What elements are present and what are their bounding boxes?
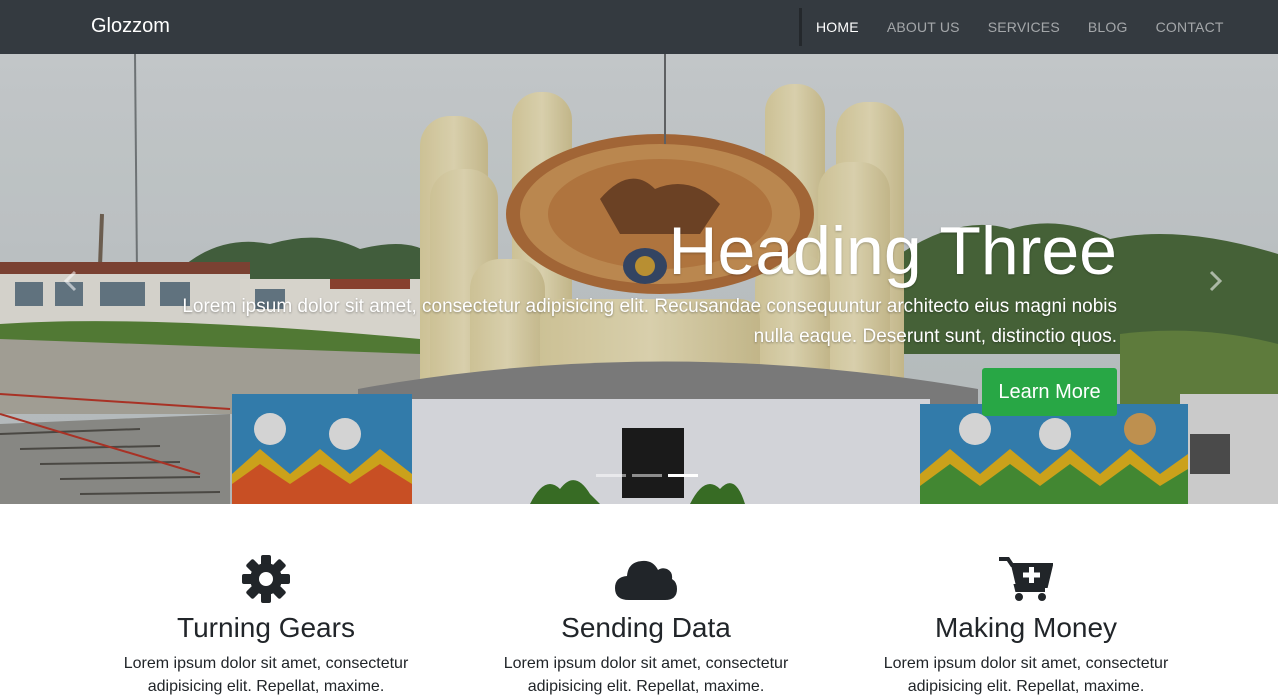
nav-links: HOME ABOUT US SERVICES BLOG CONTACT — [802, 0, 1238, 54]
nav-link-blog[interactable]: BLOG — [1074, 19, 1142, 35]
brand-logo[interactable]: Glozzom — [91, 15, 170, 38]
features-section: Turning Gears Lorem ipsum dolor sit amet… — [0, 504, 1278, 695]
carousel-caption: Heading Three Lorem ipsum dolor sit amet… — [157, 214, 1117, 352]
carousel-prev-button[interactable] — [56, 266, 86, 296]
feature-title: Turning Gears — [177, 612, 355, 643]
feature-turning-gears: Turning Gears Lorem ipsum dolor sit amet… — [76, 554, 456, 695]
feature-making-money: Making Money Lorem ipsum dolor sit amet,… — [836, 554, 1216, 695]
navbar: Glozzom HOME ABOUT US SERVICES BLOG CONT… — [0, 0, 1278, 54]
carousel-indicator-3[interactable] — [668, 474, 698, 477]
carousel-indicators — [596, 474, 698, 477]
feature-sending-data: Sending Data Lorem ipsum dolor sit amet,… — [456, 554, 836, 695]
feature-title: Making Money — [934, 612, 1118, 643]
feature-text: Lorem ipsum dolor sit amet, consectetur … — [503, 655, 789, 695]
nav-link-services[interactable]: SERVICES — [974, 19, 1074, 35]
hero-carousel: Heading Three Lorem ipsum dolor sit amet… — [0, 54, 1278, 504]
feature-title: Sending Data — [561, 612, 731, 643]
carousel-indicator-1[interactable] — [596, 474, 626, 477]
chevron-right-icon — [1209, 270, 1223, 292]
nav-link-home[interactable]: HOME — [802, 19, 873, 35]
hero-text: Lorem ipsum dolor sit amet, consectetur … — [182, 296, 1117, 347]
learn-more-button[interactable]: Learn More — [982, 368, 1117, 416]
feature-text: Lorem ipsum dolor sit amet, consectetur … — [123, 655, 409, 695]
hero-heading: Heading Three — [668, 213, 1117, 289]
nav-link-contact[interactable]: CONTACT — [1142, 19, 1238, 35]
chevron-left-icon — [63, 270, 77, 292]
carousel-indicator-2[interactable] — [632, 474, 662, 477]
nav-link-about-us[interactable]: ABOUT US — [873, 19, 974, 35]
cart-plus-icon — [999, 557, 1053, 601]
gear-icon — [242, 555, 290, 603]
cloud-icon — [615, 560, 677, 600]
carousel-next-button[interactable] — [1200, 266, 1230, 296]
feature-text: Lorem ipsum dolor sit amet, consectetur … — [883, 655, 1169, 695]
